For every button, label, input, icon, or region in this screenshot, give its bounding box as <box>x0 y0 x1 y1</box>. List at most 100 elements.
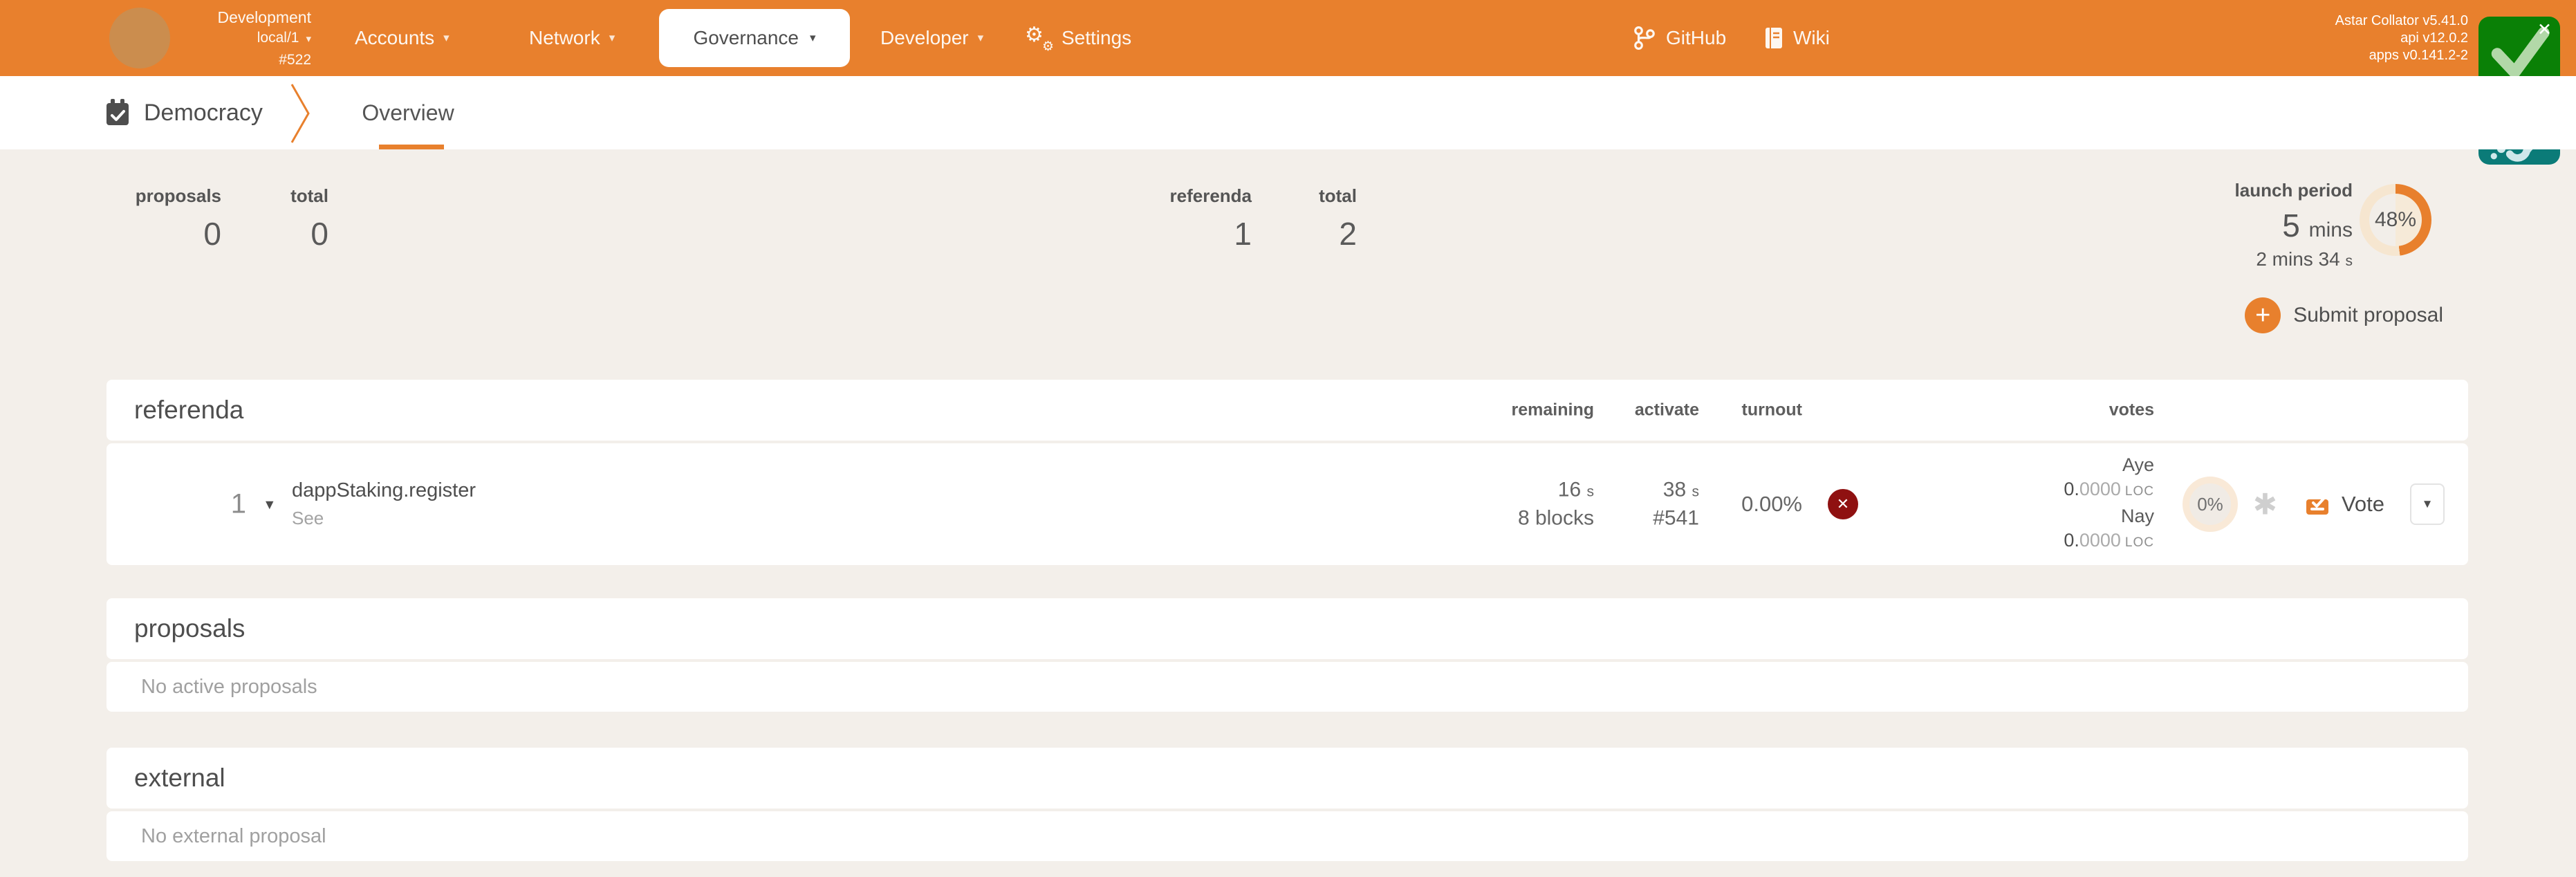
close-icon[interactable]: ✕ <box>2537 19 2552 40</box>
network-logo[interactable] <box>109 8 170 68</box>
vote-percent: 0% <box>2197 494 2223 515</box>
referendum-proposal: dappStaking.register See <box>292 479 476 529</box>
failing-status-icon: ✕ <box>1828 489 1858 519</box>
dropdown-caret-icon: ▼ <box>2422 497 2434 511</box>
external-header: external <box>106 748 2468 809</box>
network-endpoint[interactable]: local/1 ▾ <box>173 28 311 50</box>
stat-referenda: referenda 1 <box>1134 185 1252 252</box>
stat-proposals: proposals 0 <box>104 185 221 252</box>
external-empty-row: No external proposal <box>106 811 2468 861</box>
nav-settings-label: Settings <box>1062 27 1131 49</box>
caret-down-icon: ▾ <box>609 31 615 45</box>
nav-governance-active[interactable]: Governance ▾ <box>659 9 850 67</box>
caret-down-icon: ▾ <box>443 31 450 45</box>
api-version: api v12.0.2 <box>2335 30 2468 47</box>
external-empty-text: No external proposal <box>141 825 326 848</box>
col-remaining: remaining <box>1512 400 1594 421</box>
proposals-empty-row: No active proposals <box>106 662 2468 712</box>
caret-down-icon: ▾ <box>978 31 984 45</box>
submit-proposal-label: Submit proposal <box>2293 304 2443 327</box>
aye-amount: 0.0000LOC <box>2064 477 2154 504</box>
ballot-box-icon <box>2304 492 2331 516</box>
launch-period-progress-ring: 48% <box>2360 184 2431 256</box>
expand-caret-icon[interactable]: ▾ <box>266 495 274 514</box>
launch-period-value: 5 mins <box>2235 207 2353 244</box>
tab-overview-label: Overview <box>362 100 454 126</box>
endpoint-label: local/1 <box>257 30 299 46</box>
stat-label: total <box>242 185 328 207</box>
nav-network-label: Network <box>529 27 600 49</box>
nav-network[interactable]: Network ▾ <box>529 0 615 76</box>
network-name: Development <box>173 7 311 28</box>
gear-small-icon: ⚙ <box>1042 39 1054 55</box>
stat-label: total <box>1274 185 1357 207</box>
version-info: Astar Collator v5.41.0 api v12.0.2 apps … <box>2335 12 2468 64</box>
vote-percent-ring: 0% <box>2183 477 2238 532</box>
vote-button-label: Vote <box>2342 492 2384 517</box>
active-tab-underline <box>379 145 444 149</box>
launch-period-percent: 48% <box>2369 194 2422 246</box>
aye-label: Aye <box>2064 453 2154 477</box>
proposals-title: proposals <box>134 614 245 643</box>
nav-accounts[interactable]: Accounts ▾ <box>355 0 450 76</box>
caret-down-icon: ▾ <box>810 31 816 45</box>
vote-button[interactable]: Vote <box>2304 492 2384 517</box>
col-activate: activate <box>1635 400 1699 421</box>
breadcrumb-divider <box>290 83 311 144</box>
node-version: Astar Collator v5.41.0 <box>2335 12 2468 30</box>
referendum-id: 1 <box>188 489 246 520</box>
proposal-see-link[interactable]: See <box>292 508 476 529</box>
stat-label: proposals <box>104 185 221 207</box>
stat-launch-period: launch period 5 mins 2 mins 34 s <box>2235 180 2353 270</box>
calendar-check-icon <box>105 99 130 127</box>
launch-period-remaining: 2 mins 34 s <box>2235 248 2353 270</box>
nav-accounts-label: Accounts <box>355 27 434 49</box>
link-github[interactable]: GitHub <box>1632 0 1726 76</box>
stat-value: 1 <box>1134 215 1252 252</box>
remaining-cell: 16 s 8 blocks <box>1518 477 1594 532</box>
referendum-row: 1 ▾ dappStaking.register See 16 s 8 bloc… <box>106 443 2468 565</box>
nav-developer-label: Developer <box>880 27 969 49</box>
breadcrumb-section-label: Democracy <box>144 100 263 127</box>
stat-value: 0 <box>104 215 221 252</box>
nay-label: Nay <box>2064 504 2154 528</box>
launch-period-label: launch period <box>2235 180 2353 201</box>
github-label: GitHub <box>1666 27 1726 49</box>
stat-proposals-total: total 0 <box>242 185 328 252</box>
referenda-title: referenda <box>134 396 243 425</box>
stat-label: referenda <box>1134 185 1252 207</box>
top-nav-bar: Development local/1 ▾ #522 Accounts ▾ Net… <box>0 0 2576 76</box>
asterisk-icon: ✱ <box>2253 488 2277 521</box>
proposals-empty-text: No active proposals <box>141 676 317 699</box>
gears-icon: ⚙ ⚙ <box>1025 24 1053 52</box>
tab-overview[interactable]: Overview <box>349 76 467 149</box>
proposal-method[interactable]: dappStaking.register <box>292 479 476 502</box>
block-number: #522 <box>173 50 311 71</box>
git-branch-icon <box>1632 26 1657 50</box>
nav-governance-label: Governance <box>693 27 799 49</box>
votes-cell: Aye 0.0000LOC Nay 0.0000LOC <box>2064 453 2154 555</box>
submit-proposal-button[interactable]: + Submit proposal <box>2245 297 2443 333</box>
col-votes: votes <box>2109 400 2154 421</box>
nay-amount: 0.0000LOC <box>2064 528 2154 555</box>
vote-dropdown-button[interactable]: ▼ <box>2410 483 2445 525</box>
turnout-value: 0.00% <box>1741 492 1802 517</box>
network-info[interactable]: Development local/1 ▾ #522 <box>173 7 311 71</box>
caret-down-icon: ▾ <box>306 33 311 45</box>
nav-settings[interactable]: ⚙ ⚙ Settings <box>1025 0 1131 76</box>
wiki-label: Wiki <box>1793 27 1830 49</box>
activate-cell: 38 s #541 <box>1653 477 1699 532</box>
external-title: external <box>134 764 225 793</box>
plus-icon: + <box>2245 297 2281 333</box>
stat-referenda-total: total 2 <box>1274 185 1357 252</box>
apps-version: apps v0.141.2-2 <box>2335 47 2468 64</box>
app: Development local/1 ▾ #522 Accounts ▾ Net… <box>0 0 2576 877</box>
x-icon: ✕ <box>1837 495 1849 513</box>
nav-developer[interactable]: Developer ▾ <box>880 0 983 76</box>
stat-value: 0 <box>242 215 328 252</box>
breadcrumb: Democracy <box>105 76 263 149</box>
link-wiki[interactable]: Wiki <box>1763 0 1830 76</box>
referenda-header: referenda remaining activate turnout vot… <box>106 380 2468 441</box>
stat-value: 2 <box>1274 215 1357 252</box>
col-turnout: turnout <box>1742 400 1802 421</box>
